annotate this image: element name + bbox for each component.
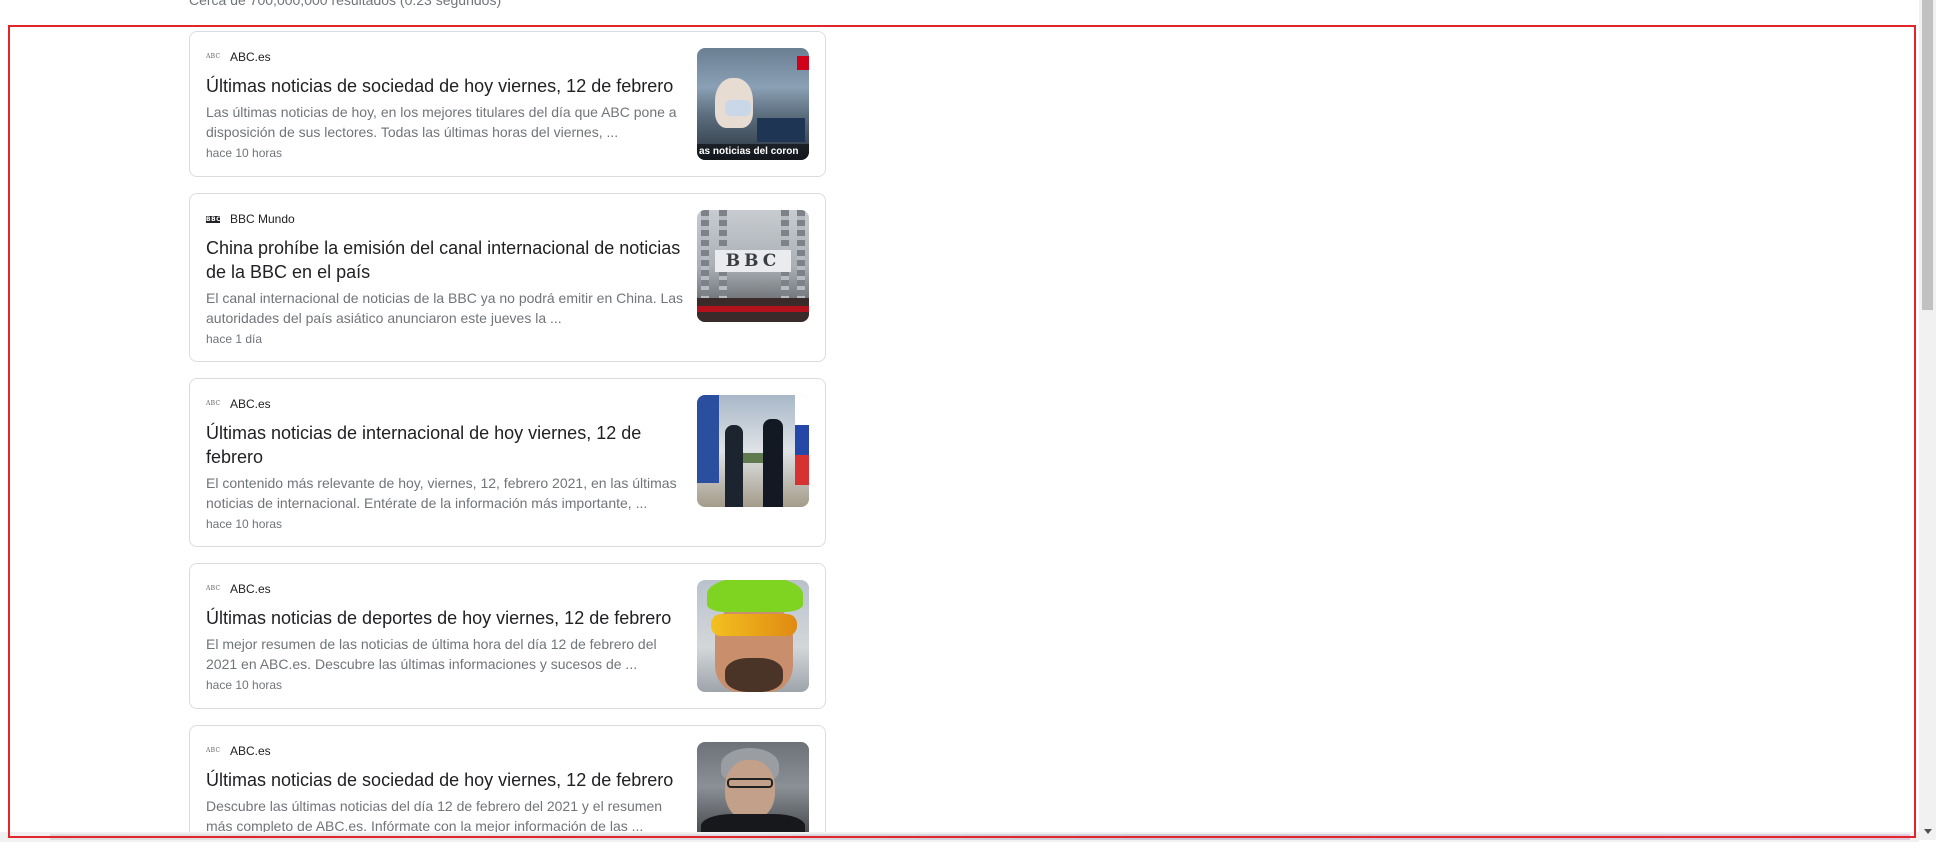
- news-snippet: Descubre las últimas noticias del día 12…: [206, 798, 663, 834]
- news-timestamp: hace 1 día: [206, 332, 263, 346]
- news-card-text: BBC BBC Mundo China prohíbe la emisión d…: [206, 210, 686, 348]
- news-headline[interactable]: Últimas noticias de deportes de hoy vier…: [206, 606, 686, 630]
- page: Cerca de 700,000,000 resultados (0.23 se…: [0, 0, 1936, 861]
- news-card-text: ABC ABC.es Últimas noticias de internaci…: [206, 395, 686, 533]
- news-snippet: El mejor resumen de las noticias de últi…: [206, 636, 657, 672]
- thumbnail-sunglasses: [711, 614, 797, 636]
- news-source: ABC ABC.es: [206, 48, 686, 66]
- news-source-name: ABC.es: [230, 50, 271, 64]
- news-headline[interactable]: Últimas noticias de sociedad de hoy vier…: [206, 768, 686, 792]
- thumbnail-person: [725, 425, 743, 507]
- scroll-down-arrow-icon[interactable]: [1924, 829, 1932, 834]
- news-card[interactable]: ABC ABC.es Últimas noticias de sociedad …: [189, 31, 826, 177]
- thumbnail-mask: [725, 100, 751, 116]
- news-source: BBC BBC Mundo: [206, 210, 686, 228]
- horizontal-scrollbar[interactable]: [0, 832, 1919, 842]
- bbc-logo-icon: BBC: [206, 215, 222, 223]
- news-timestamp: hace 10 horas: [206, 146, 283, 160]
- news-timestamp: hace 10 horas: [206, 517, 283, 531]
- news-card-text: ABC ABC.es Últimas noticias de sociedad …: [206, 48, 686, 162]
- russia-flag-icon: [795, 395, 809, 425]
- thumbnail-glasses: [727, 778, 773, 788]
- news-results-list: ABC ABC.es Últimas noticias de sociedad …: [189, 31, 826, 861]
- thumbnail-person: [763, 419, 783, 507]
- thumbnail-beard: [725, 658, 783, 692]
- vertical-scrollbar[interactable]: [1919, 0, 1936, 840]
- news-timestamp: hace 10 horas: [206, 678, 283, 692]
- result-stats: Cerca de 700,000,000 resultados (0.23 se…: [189, 0, 502, 8]
- bottom-strip: [0, 842, 1936, 861]
- thumbnail-sign: BBC: [715, 250, 791, 272]
- news-thumbnail[interactable]: BBC: [697, 210, 809, 322]
- thumbnail-face: [725, 760, 775, 820]
- thumbnail-podium: [757, 118, 805, 142]
- news-snippet: El canal internacional de noticias de la…: [206, 290, 684, 326]
- news-source-name: ABC.es: [230, 397, 271, 411]
- abc-logo-icon: ABC: [206, 53, 221, 60]
- horizontal-scrollbar-thumb[interactable]: [50, 834, 1910, 840]
- news-snippet: Las últimas noticias de hoy, en los mejo…: [206, 104, 677, 140]
- news-headline[interactable]: Últimas noticias de internacional de hoy…: [206, 421, 686, 469]
- thumbnail-banner: [697, 306, 809, 312]
- news-thumbnail[interactable]: as noticias del coron: [697, 48, 809, 160]
- abc-logo-icon: ABC: [206, 747, 221, 754]
- news-source-name: BBC Mundo: [230, 212, 295, 226]
- news-source: ABC ABC.es: [206, 580, 686, 598]
- news-thumbnail[interactable]: [697, 395, 809, 507]
- thumbnail-badge: [797, 56, 809, 70]
- news-headline[interactable]: China prohíbe la emisión del canal inter…: [206, 236, 686, 284]
- news-card[interactable]: ABC ABC.es Últimas noticias de internaci…: [189, 378, 826, 547]
- news-card[interactable]: BBC BBC Mundo China prohíbe la emisión d…: [189, 193, 826, 362]
- news-source: ABC ABC.es: [206, 742, 686, 760]
- news-card-text: ABC ABC.es Últimas noticias de deportes …: [206, 580, 686, 694]
- thumbnail-caption: as noticias del coron: [697, 144, 809, 160]
- russia-flag-icon: [795, 425, 809, 455]
- news-headline[interactable]: Últimas noticias de sociedad de hoy vier…: [206, 74, 686, 98]
- vertical-scrollbar-thumb[interactable]: [1922, 0, 1933, 310]
- news-card-text: ABC ABC.es Últimas noticias de sociedad …: [206, 742, 686, 838]
- russia-flag-icon: [795, 455, 809, 485]
- abc-logo-icon: ABC: [206, 400, 221, 407]
- news-source-name: ABC.es: [230, 582, 271, 596]
- news-card[interactable]: ABC ABC.es Últimas noticias de deportes …: [189, 563, 826, 709]
- thumbnail-helmet: [707, 580, 803, 612]
- news-source: ABC ABC.es: [206, 395, 686, 413]
- news-source-name: ABC.es: [230, 744, 271, 758]
- news-thumbnail[interactable]: [697, 580, 809, 692]
- eu-flag-icon: [697, 395, 719, 483]
- abc-logo-icon: ABC: [206, 585, 221, 592]
- news-snippet: El contenido más relevante de hoy, viern…: [206, 475, 677, 511]
